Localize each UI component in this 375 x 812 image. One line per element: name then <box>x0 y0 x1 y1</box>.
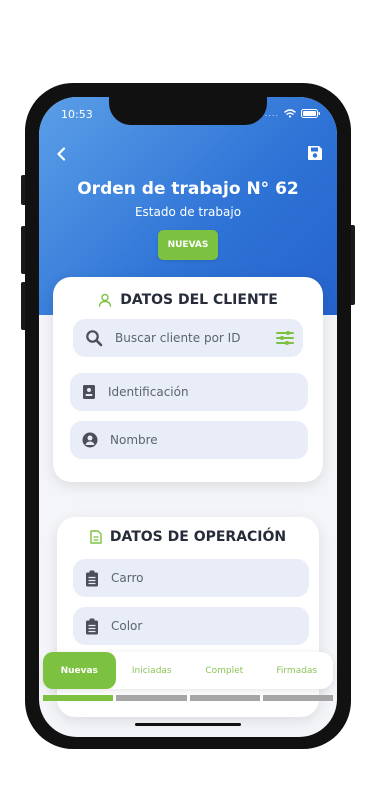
car-field[interactable] <box>73 559 309 597</box>
save-button[interactable] <box>307 145 325 163</box>
color-input[interactable] <box>111 619 251 633</box>
client-section-title: DATOS DEL CLIENTE <box>53 292 323 308</box>
id-card-icon <box>83 385 95 399</box>
tab-indicator-bars <box>43 695 333 701</box>
client-section-label: DATOS DEL CLIENTE <box>120 292 278 308</box>
tab-indicator-completadas <box>189 695 260 701</box>
back-arrow-icon <box>57 147 66 161</box>
user-outline-icon <box>99 293 112 307</box>
document-icon <box>90 530 102 544</box>
identification-field[interactable] <box>70 373 308 411</box>
save-icon <box>308 146 322 160</box>
home-indicator <box>135 723 241 726</box>
car-input[interactable] <box>111 571 251 585</box>
client-data-card: DATOS DEL CLIENTE <box>53 277 323 482</box>
user-circle-icon <box>82 432 98 448</box>
notch <box>109 97 267 125</box>
tab-indicator-nuevas <box>43 695 114 701</box>
name-field[interactable] <box>70 421 308 459</box>
tab-indicator-firmadas <box>262 695 333 701</box>
filter-icon <box>276 331 294 345</box>
status-badge: NUEVAS <box>158 230 218 260</box>
filter-button[interactable] <box>275 328 295 348</box>
name-input[interactable] <box>110 433 250 447</box>
status-time: 10:53 <box>61 108 93 121</box>
status-tabs: Nuevas Iniciadas Complet Firmadas <box>43 652 333 689</box>
color-field[interactable] <box>73 607 309 645</box>
search-icon <box>86 330 103 347</box>
phone-screen: 10:53 .... Orden de trabajo N° 62 Estado… <box>39 97 337 737</box>
tab-nuevas[interactable]: Nuevas <box>43 652 116 689</box>
tab-iniciadas[interactable]: Iniciadas <box>116 652 189 689</box>
client-search-field[interactable] <box>73 319 303 357</box>
client-search-input[interactable] <box>115 331 255 345</box>
status-icons: .... <box>265 109 321 118</box>
back-button[interactable] <box>51 143 71 165</box>
tab-indicator-iniciadas <box>116 695 187 701</box>
clipboard-icon <box>86 570 98 586</box>
operation-section-label: DATOS DE OPERACIÓN <box>109 529 287 545</box>
wifi-icon <box>284 109 296 118</box>
operation-section-title: DATOS DE OPERACIÓN <box>57 529 319 545</box>
order-title: Orden de trabajo N° 62 <box>77 179 299 199</box>
tab-firmadas[interactable]: Firmadas <box>261 652 334 689</box>
tab-completadas[interactable]: Complet <box>188 652 261 689</box>
signal-dots: .... <box>264 108 279 118</box>
order-subtitle: Estado de trabajo <box>134 205 242 219</box>
identification-input[interactable] <box>108 385 248 399</box>
battery-icon <box>301 109 321 118</box>
clipboard-icon <box>86 618 98 634</box>
